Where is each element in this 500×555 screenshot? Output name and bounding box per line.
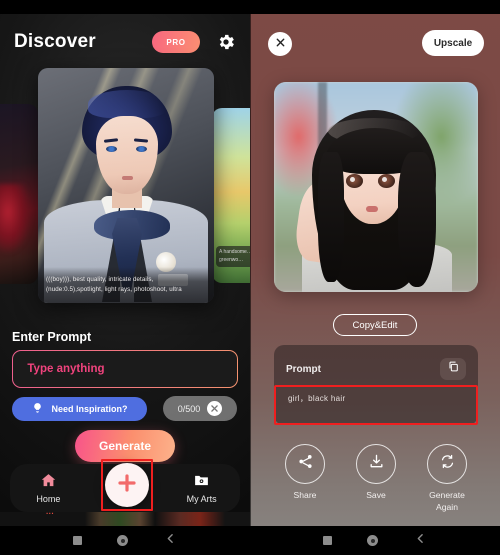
chevron-left-icon[interactable]: [164, 532, 177, 550]
status-bar-right: [250, 0, 500, 14]
enter-prompt-label: Enter Prompt: [12, 330, 92, 344]
prompt-card-title: Prompt: [286, 363, 321, 375]
circle-icon[interactable]: [117, 535, 129, 546]
prompt-card-text[interactable]: girl，black hair: [288, 393, 466, 404]
carousel-card-right-caption: A handsome… greenwo…: [216, 246, 250, 267]
need-inspiration-label: Need Inspiration?: [51, 404, 128, 414]
copy-prompt-button[interactable]: [440, 358, 466, 380]
chevron-left-icon[interactable]: [414, 532, 427, 550]
save-action[interactable]: Save: [345, 444, 407, 513]
share-label: Share: [293, 490, 317, 500]
carousel-card-left[interactable]: [0, 104, 38, 284]
prompt-input[interactable]: Type anything: [27, 363, 104, 375]
generated-image[interactable]: [274, 82, 478, 292]
char-counter-pill: 0/500: [163, 396, 237, 421]
page-title: Discover: [14, 31, 96, 52]
circle-icon[interactable]: [367, 535, 379, 546]
close-button[interactable]: [268, 32, 292, 56]
peek-text: ···: [46, 512, 54, 518]
nav-item-home[interactable]: Home: [10, 472, 87, 504]
upscale-button[interactable]: Upscale: [422, 30, 484, 56]
square-icon[interactable]: [322, 536, 332, 545]
carousel-main-caption: (((boy))), best quality, intricate detai…: [38, 266, 214, 303]
result-actions: Share Save Generate Again: [274, 444, 478, 513]
content-peek-strip: ···: [0, 512, 250, 526]
lightbulb-icon: [31, 402, 44, 417]
save-button[interactable]: [356, 444, 396, 484]
prompt-input-wrapper[interactable]: Type anything: [12, 350, 238, 388]
download-icon: [368, 453, 385, 475]
system-nav-right: [250, 526, 500, 555]
discover-screen: Discover PRO A handsome… greenwo… (((boy…: [0, 0, 250, 555]
pro-badge[interactable]: PRO: [152, 31, 200, 53]
generate-again-label: Generate Again: [429, 490, 465, 512]
copy-edit-button[interactable]: Copy&Edit: [333, 314, 417, 336]
nav-label-my-arts: My Arts: [186, 494, 217, 504]
square-icon[interactable]: [72, 536, 82, 545]
copy-icon: [447, 360, 460, 378]
share-icon: [297, 453, 314, 475]
home-icon: [40, 472, 57, 491]
save-label: Save: [366, 490, 386, 500]
carousel-card-right[interactable]: A handsome… greenwo…: [212, 108, 250, 283]
app-screen: Discover PRO A handsome… greenwo… (((boy…: [0, 0, 500, 555]
result-screen: Upscale Copy&Edit Prompt girl，black hair…: [250, 0, 500, 555]
gear-icon[interactable]: [216, 32, 236, 52]
share-action[interactable]: Share: [274, 444, 336, 513]
share-button[interactable]: [285, 444, 325, 484]
refresh-icon: [439, 453, 456, 475]
close-icon: [275, 35, 286, 53]
nav-item-my-arts[interactable]: My Arts: [163, 472, 240, 504]
clear-prompt-button[interactable]: [207, 401, 223, 416]
panel-divider: [250, 0, 251, 555]
prompt-card: Prompt girl，black hair: [274, 345, 478, 425]
plus-icon: [115, 471, 139, 500]
carousel-card-main[interactable]: (((boy))), best quality, intricate detai…: [38, 68, 214, 303]
need-inspiration-button[interactable]: Need Inspiration?: [12, 397, 147, 421]
generate-again-action[interactable]: Generate Again: [416, 444, 478, 513]
discover-header: Discover PRO: [0, 22, 250, 62]
nav-label-home: Home: [36, 494, 61, 504]
discover-carousel[interactable]: A handsome… greenwo… (((boy))), best qua…: [0, 68, 250, 313]
generate-again-button[interactable]: [427, 444, 467, 484]
status-bar-left: [0, 0, 250, 14]
create-fab-button[interactable]: [105, 463, 149, 507]
prompt-card-header: Prompt: [286, 357, 466, 381]
char-counter: 0/500: [177, 403, 201, 414]
generate-button[interactable]: Generate: [75, 430, 175, 462]
system-nav-left: [0, 526, 250, 555]
folder-photo-icon: [193, 472, 210, 491]
